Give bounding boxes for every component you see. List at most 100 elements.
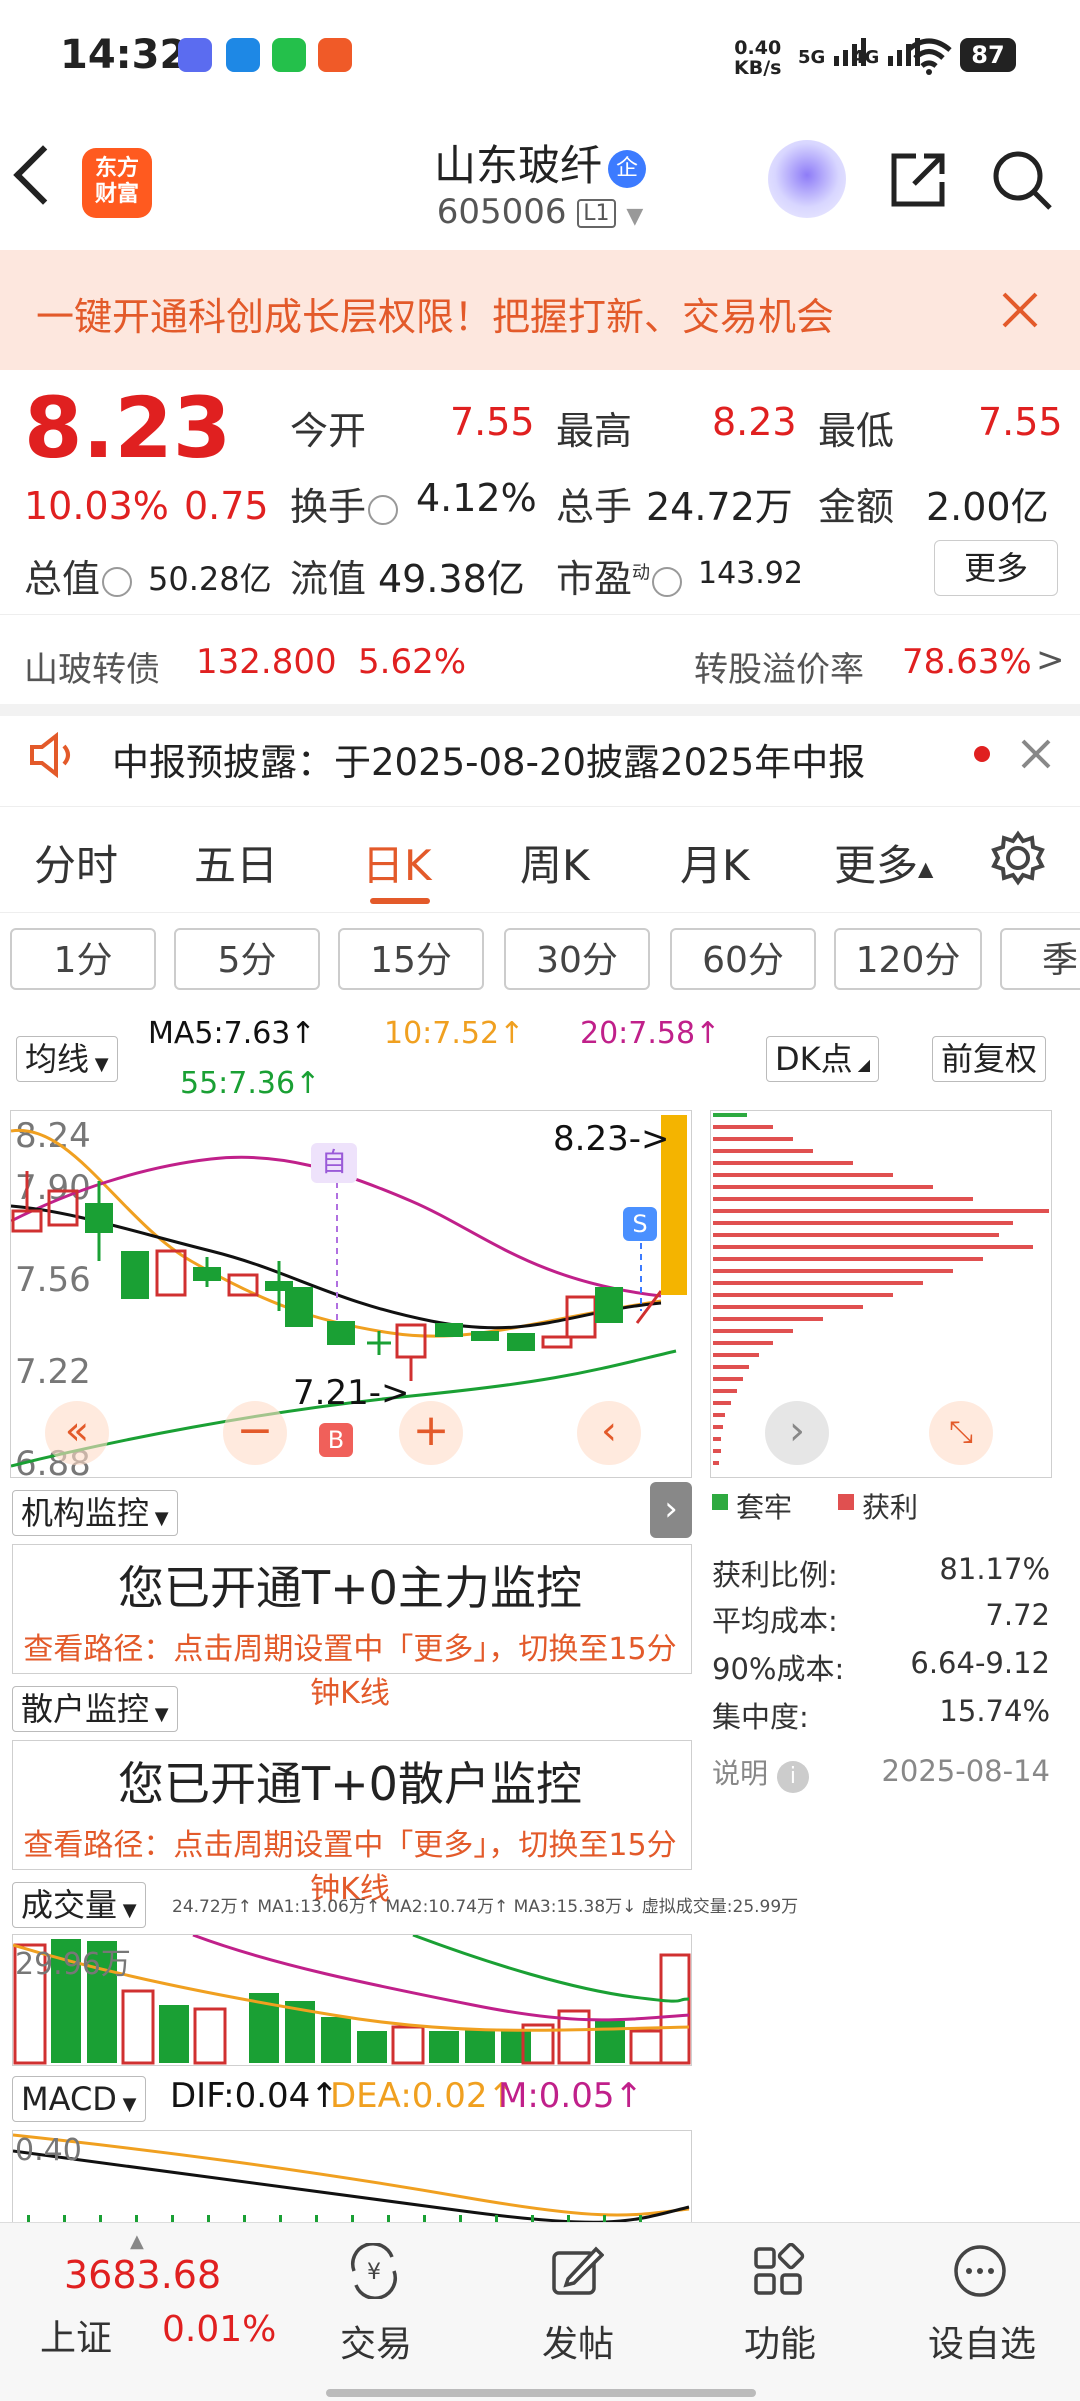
- close-icon[interactable]: [1020, 738, 1052, 770]
- ma-selector[interactable]: 均线 ▼: [16, 1036, 118, 1082]
- note-label[interactable]: 说明 i: [712, 1752, 809, 1793]
- unread-dot: [974, 746, 990, 762]
- retail-monitor-selector[interactable]: 散户监控 ▼: [12, 1686, 178, 1732]
- expand-icon[interactable]: ⤡: [929, 1401, 993, 1465]
- period-1min[interactable]: 1分: [10, 928, 156, 990]
- institution-monitor-selector[interactable]: 机构监控 ▼: [12, 1490, 178, 1536]
- turnover-value: 4.12%: [416, 476, 537, 520]
- chip-distribution-chart[interactable]: › ⤡: [710, 1110, 1052, 1478]
- nav-add-watchlist[interactable]: 设自选: [912, 2315, 1052, 2367]
- nav-post[interactable]: 发帖: [508, 2315, 648, 2367]
- volume-chart[interactable]: 29.96万: [12, 1934, 692, 2066]
- adjust-selector[interactable]: 前复权: [932, 1036, 1047, 1082]
- legend-swatch-profit: [838, 1494, 854, 1510]
- macd-ylabel: 0.40: [15, 2133, 82, 2168]
- ma20-label: 20:7.58↑: [580, 1016, 721, 1051]
- bond-name[interactable]: 山玻转债: [24, 642, 160, 691]
- ma55-label: 55:7.36↑: [180, 1066, 321, 1101]
- period-60min[interactable]: 60分: [670, 928, 816, 990]
- scroll-left-fast-icon[interactable]: «: [45, 1401, 109, 1465]
- volume-selector[interactable]: 成交量 ▼: [12, 1882, 146, 1928]
- info-icon: i: [776, 1761, 809, 1793]
- search-icon[interactable]: [990, 148, 1054, 212]
- ai-assistant-icon[interactable]: [768, 140, 846, 218]
- period-120min[interactable]: 120分: [834, 928, 982, 990]
- min-price-label: 7.21->: [293, 1373, 410, 1413]
- chevron-right-icon[interactable]: ›: [765, 1401, 829, 1465]
- divider: [0, 806, 1080, 807]
- tab-weekly-k[interactable]: 周K: [520, 832, 590, 893]
- open-value: 7.55: [450, 400, 535, 444]
- kline-chart[interactable]: 8.24 7.90 7.56 7.22 6.88 8.23-> 7.21-> 自…: [10, 1110, 692, 1478]
- concentration-label: 集中度:: [712, 1700, 809, 1734]
- ma5-label: MA5:7.63↑: [148, 1016, 316, 1051]
- scroll-left-icon[interactable]: ‹: [577, 1401, 641, 1465]
- app-notification-icon: [178, 38, 212, 72]
- stock-header: 东方 财富 山东玻纤企 605006 L1 ▼: [0, 110, 1080, 250]
- wechat-icon: [272, 38, 306, 72]
- institution-monitor-title: 您已开通T+0主力监控: [118, 1561, 582, 1615]
- profit-ratio-value: 81.17%: [939, 1552, 1050, 1586]
- tab-more[interactable]: 更多▲: [834, 832, 933, 893]
- functions-icon[interactable]: [750, 2243, 806, 2299]
- open-label: 今开: [290, 409, 367, 453]
- index-value[interactable]: 3683.68: [64, 2253, 221, 2297]
- tab-monthly-k[interactable]: 月K: [680, 832, 750, 893]
- premium-label[interactable]: 转股溢价率: [694, 642, 864, 691]
- period-30min[interactable]: 30分: [504, 928, 650, 990]
- expand-panel-button[interactable]: ›: [650, 1482, 692, 1538]
- macd-dif: DIF:0.04↑: [170, 2076, 339, 2116]
- turnover-label: 换手: [290, 476, 399, 531]
- macd-selector[interactable]: MACD ▼: [12, 2076, 146, 2122]
- period-quarter[interactable]: 季: [1000, 928, 1080, 990]
- tab-five-day[interactable]: 五日: [194, 832, 278, 893]
- cost-90-value: 6.64-9.12: [910, 1646, 1050, 1680]
- tab-intraday[interactable]: 分时: [34, 832, 118, 893]
- promo-banner[interactable]: 一键开通科创成长层权限！把握打新、交易机会: [0, 250, 1080, 370]
- macd-dea: DEA:0.02↑: [330, 2076, 516, 2116]
- chevron-up-icon[interactable]: ▲: [130, 2231, 144, 2252]
- high-value: 8.23: [712, 400, 797, 444]
- max-price-label: 8.23->: [553, 1119, 670, 1159]
- clock: 14:32: [60, 32, 188, 78]
- ma10-label: 10:7.52↑: [384, 1016, 525, 1051]
- bottom-navigation: ▲ 3683.68 上证 0.01% ¥ 交易 发帖 功能 设自选: [0, 2222, 1080, 2401]
- market-cap-label: 总值: [24, 548, 133, 603]
- period-15min[interactable]: 15分: [338, 928, 484, 990]
- float-cap-label: 流值: [290, 557, 367, 601]
- close-icon[interactable]: [1000, 290, 1040, 330]
- post-icon[interactable]: [548, 2243, 604, 2299]
- y-tick-label: 8.24: [15, 1116, 91, 1156]
- trade-icon[interactable]: ¥: [346, 2243, 402, 2299]
- sell-tag[interactable]: S: [623, 1207, 657, 1241]
- volume-legend: 24.72万↑ MA1:13.06万↑ MA2:10.74万↑ MA3:15.3…: [172, 1897, 799, 1917]
- share-icon[interactable]: [886, 148, 950, 212]
- zoom-out-icon[interactable]: −: [223, 1401, 287, 1465]
- macd-chart[interactable]: 0.40: [12, 2130, 692, 2223]
- dk-point-selector[interactable]: DK点 ◢: [766, 1036, 880, 1082]
- profit-ratio-label: 获利比例:: [712, 1558, 838, 1592]
- legend-profit: 获利: [862, 1491, 919, 1524]
- more-button[interactable]: 更多: [934, 540, 1058, 596]
- volume-value: 24.72万: [646, 485, 793, 529]
- buy-tag[interactable]: B: [319, 1423, 353, 1457]
- chevron-right-icon[interactable]: >: [1036, 640, 1065, 680]
- more-dots-icon[interactable]: [952, 2243, 1008, 2299]
- zoom-in-icon[interactable]: +: [399, 1401, 463, 1465]
- self-selected-tag[interactable]: 自: [311, 1143, 357, 1183]
- tab-daily-k[interactable]: 日K: [362, 832, 432, 893]
- divider: [0, 912, 1080, 913]
- change-percent: 10.03%: [24, 484, 169, 528]
- period-5min[interactable]: 5分: [174, 928, 320, 990]
- gear-icon[interactable]: [990, 830, 1046, 886]
- amount-label: 金额: [818, 485, 895, 529]
- network-speed: 0.40 KB/s: [734, 37, 782, 79]
- nav-trade[interactable]: 交易: [306, 2315, 446, 2367]
- index-name[interactable]: 上证: [40, 2309, 112, 2361]
- y-tick-label: 7.56: [15, 1260, 91, 1300]
- low-label: 最低: [818, 409, 895, 453]
- nav-functions[interactable]: 功能: [710, 2315, 850, 2367]
- enterprise-badge: 企: [608, 149, 646, 188]
- notice-text[interactable]: 中报预披露：于2025-08-20披露2025年中报: [112, 732, 865, 786]
- svg-text:¥: ¥: [367, 2260, 381, 2285]
